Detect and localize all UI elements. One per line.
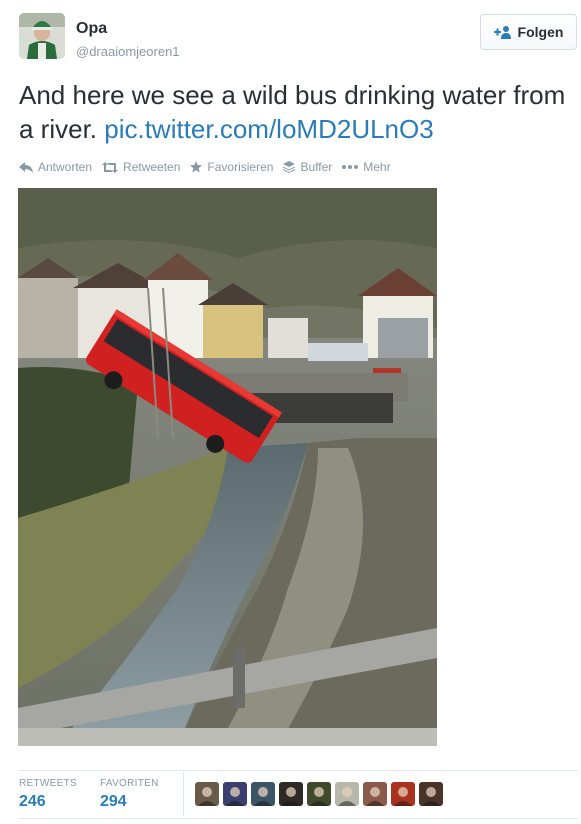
retweet-label: Retweeten (123, 160, 181, 174)
favorite-label: Favorisieren (207, 160, 274, 174)
favoriter-avatars (195, 782, 443, 806)
retweet-icon (102, 161, 119, 173)
buffer-icon (283, 161, 296, 173)
bus-photo-image (18, 188, 437, 746)
user-name[interactable]: Opa (76, 20, 107, 38)
more-button[interactable]: Mehr (342, 160, 391, 174)
user-avatar-9[interactable] (419, 782, 443, 806)
follow-label: Folgen (517, 24, 564, 40)
more-label: Mehr (363, 160, 391, 174)
star-icon (190, 161, 203, 173)
user-avatar-2[interactable] (223, 782, 247, 806)
retweets-label: RETWEETS (19, 778, 77, 789)
favorites-label: FAVORITEN (100, 778, 159, 789)
buffer-label: Buffer (300, 160, 333, 174)
user-avatar-6[interactable] (335, 782, 359, 806)
stats-divider-top (18, 770, 578, 771)
favorite-button[interactable]: Favorisieren (190, 160, 273, 174)
follow-button[interactable]: Folgen (480, 14, 577, 50)
stats-separator (183, 772, 184, 816)
reply-label: Antworten (38, 160, 93, 174)
favorites-stat[interactable]: FAVORITEN 294 (100, 778, 159, 811)
more-dots-icon (342, 165, 359, 169)
user-avatar-8[interactable] (391, 782, 415, 806)
user-avatar-1[interactable] (195, 782, 219, 806)
user-handle[interactable]: @draaiomjeoren1 (76, 44, 180, 59)
reply-icon (19, 161, 33, 173)
tweet-photo[interactable] (18, 188, 437, 746)
reply-button[interactable]: Antworten (19, 160, 92, 174)
avatar-image (19, 13, 65, 59)
favorites-count: 294 (100, 793, 127, 810)
user-avatar-7[interactable] (363, 782, 387, 806)
user-avatar-3[interactable] (251, 782, 275, 806)
tweet-text: And here we see a wild bus drinking wate… (19, 78, 574, 146)
retweets-stat[interactable]: RETWEETS 246 (19, 778, 77, 811)
user-avatar-4[interactable] (279, 782, 303, 806)
follow-person-plus-icon (493, 26, 511, 39)
buffer-button[interactable]: Buffer (283, 160, 332, 174)
user-avatar-5[interactable] (307, 782, 331, 806)
retweet-button[interactable]: Retweeten (102, 160, 180, 174)
retweets-count: 246 (19, 793, 46, 810)
tweet-media-link[interactable]: pic.twitter.com/loMD2ULnO3 (104, 114, 433, 144)
tweet-actions: Antworten Retweeten Favorisieren Buffer … (19, 160, 391, 174)
stats-divider-bottom (18, 818, 578, 819)
profile-avatar[interactable] (19, 13, 65, 59)
